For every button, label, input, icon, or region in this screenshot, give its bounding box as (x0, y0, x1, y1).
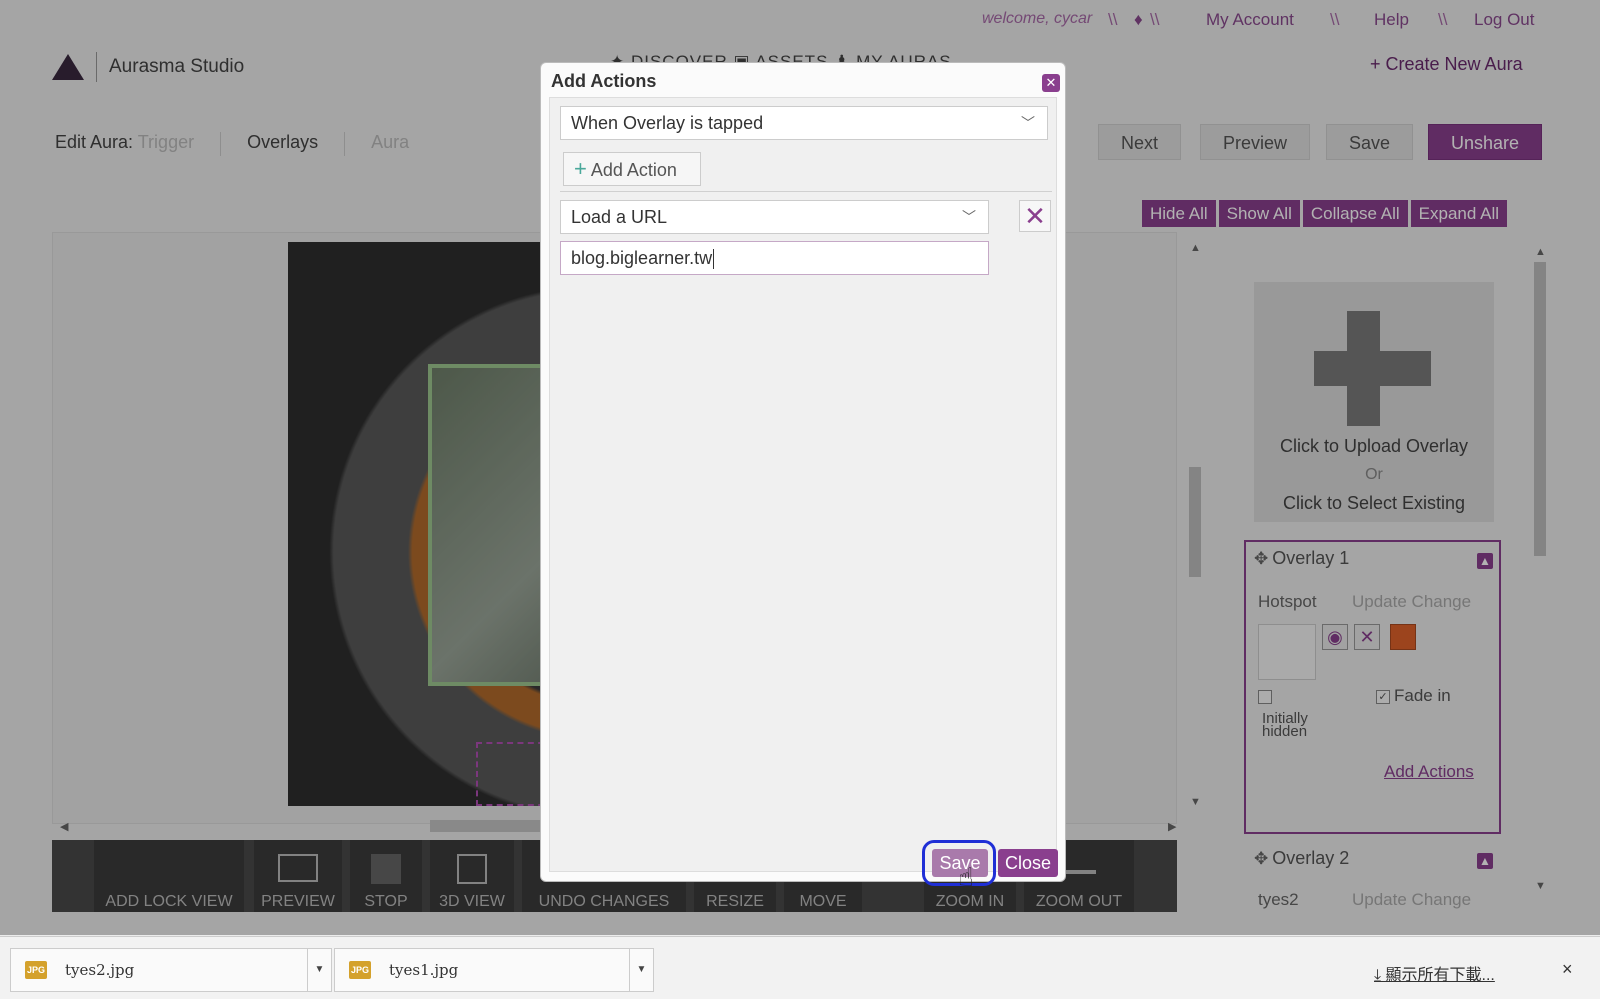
jpg-file-icon: JPG (349, 961, 371, 979)
jpg-file-icon: JPG (25, 961, 47, 979)
chevron-down-icon[interactable]: ▼ (307, 949, 331, 991)
plus-icon: + (574, 156, 587, 181)
download-item[interactable]: JPG tyes2.jpg ▼ (10, 948, 332, 992)
close-button[interactable]: Close (998, 849, 1058, 877)
dialog-body: When Overlay is tapped ﹀ + Add Action Loa… (549, 97, 1057, 872)
add-action-button[interactable]: + Add Action (563, 152, 701, 186)
trigger-event-select[interactable]: When Overlay is tapped ﹀ (560, 106, 1048, 140)
url-input[interactable]: blog.biglearner.tw (560, 241, 989, 275)
chevron-down-icon: ﹀ (1021, 115, 1035, 131)
chevron-down-icon: ﹀ (962, 209, 976, 225)
downloads-bar: JPG tyes2.jpg ▼ JPG tyes1.jpg ▼ ⤓ 顯示所有下載… (0, 936, 1600, 999)
download-filename: tyes1.jpg (389, 961, 459, 979)
text-caret (713, 249, 715, 270)
divider (560, 191, 1052, 192)
remove-action-button[interactable]: ✕ (1019, 200, 1051, 232)
show-all-downloads-link[interactable]: ⤓ 顯示所有下載... (1374, 961, 1495, 985)
action-type-select[interactable]: Load a URL ﹀ (560, 200, 989, 234)
hand-cursor-icon: ☝ (958, 862, 974, 892)
close-icon[interactable]: ✕ (1042, 74, 1060, 92)
download-filename: tyes2.jpg (65, 961, 135, 979)
download-item[interactable]: JPG tyes1.jpg ▼ (334, 948, 654, 992)
chevron-down-icon[interactable]: ▼ (629, 949, 653, 991)
add-actions-dialog: Add Actions ✕ When Overlay is tapped ﹀ +… (540, 62, 1066, 882)
close-downloads-icon[interactable]: × (1562, 959, 1573, 980)
dialog-title: Add Actions (551, 71, 657, 91)
